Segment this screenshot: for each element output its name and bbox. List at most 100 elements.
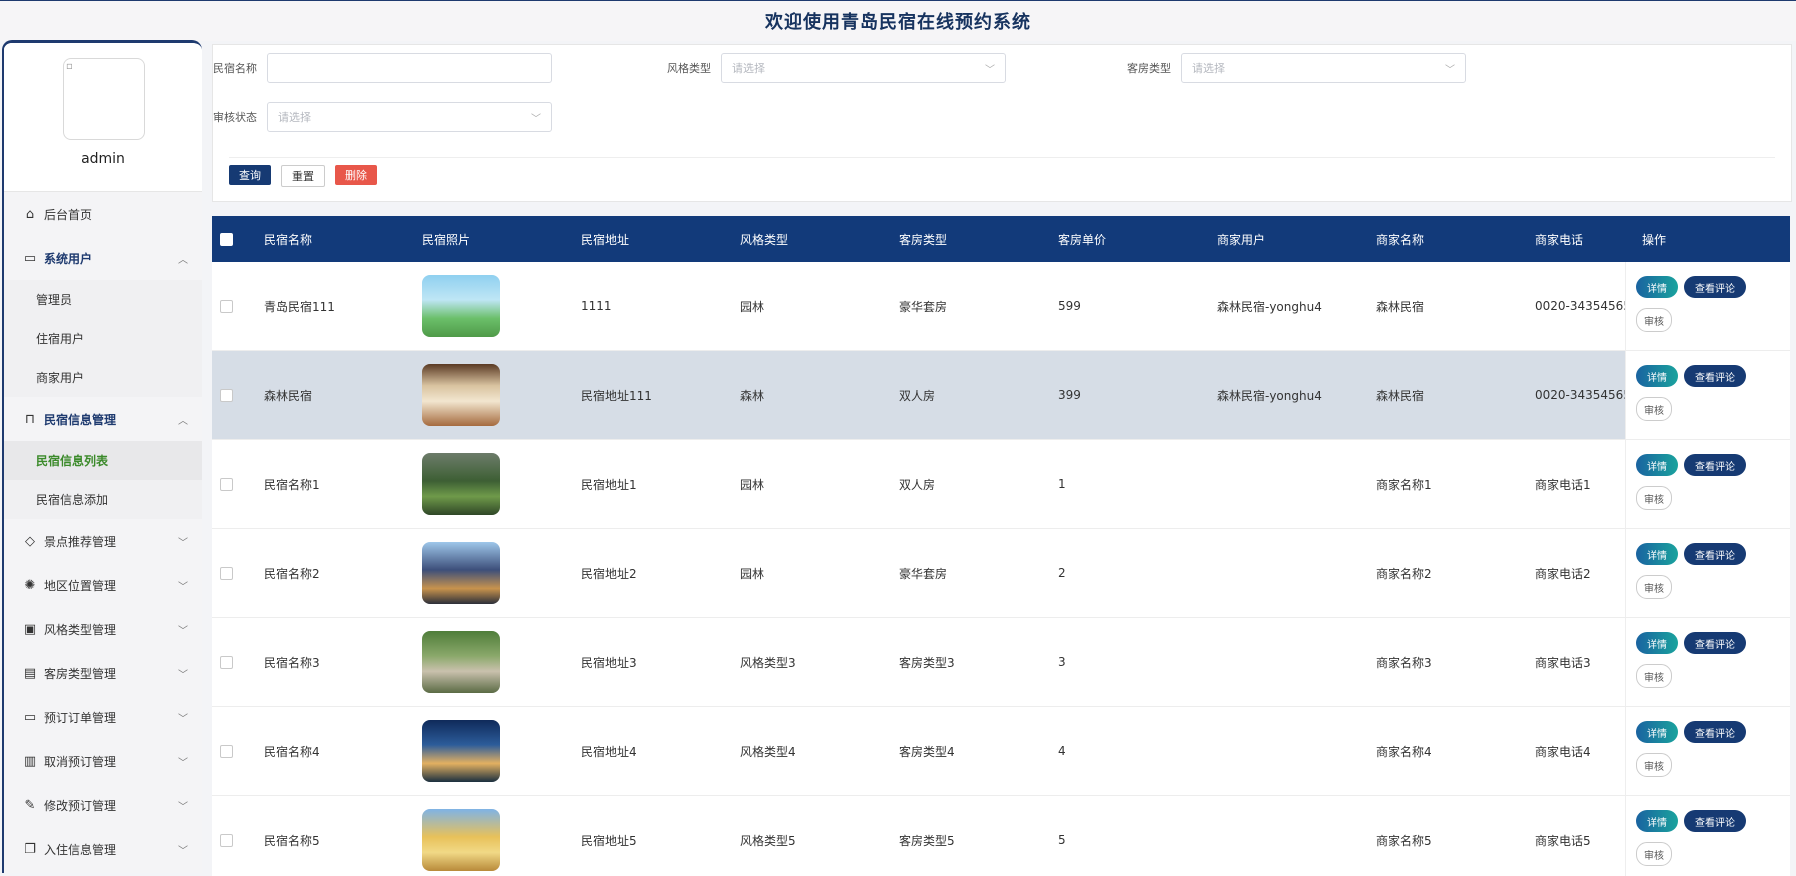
homestay-photo[interactable]	[422, 809, 500, 871]
row-checkbox[interactable]	[220, 834, 233, 847]
sidebar-subitem[interactable]: 民宿信息添加	[4, 480, 202, 519]
audit-button[interactable]: 审核	[1636, 575, 1672, 599]
table-row[interactable]: 民宿名称2 民宿地址2 园林 豪华套房 2 商家名称2 商家电话2 详情 查看评论 审核	[212, 529, 1790, 618]
sidebar-subitem[interactable]: 民宿信息列表	[4, 441, 202, 480]
table-row[interactable]: 青岛民宿111 1111 园林 豪华套房 599 森林民宿-yonghu4 森林民宿 0020…	[212, 262, 1790, 351]
sidebar-subitem[interactable]: 管理员	[4, 280, 202, 319]
sidebar-item-4[interactable]: ✺ 地区位置管理 ﹀	[4, 563, 202, 607]
query-button[interactable]: 查询	[229, 165, 271, 185]
table-row[interactable]: 民宿名称4 民宿地址4 风格类型4 客房类型4 4 商家名称4 商家电话4 详情 查看评论 审核	[212, 707, 1790, 796]
detail-button[interactable]: 详情	[1636, 810, 1678, 832]
ticket-icon: ✎	[24, 797, 36, 813]
row-checkbox[interactable]	[220, 656, 233, 669]
chevron-down-icon: ﹀	[531, 113, 541, 125]
name-input[interactable]	[267, 53, 552, 83]
view-reviews-button[interactable]: 查看评论	[1684, 810, 1746, 832]
bookmark-icon: ⊓	[24, 411, 36, 427]
delete-button[interactable]: 删除	[335, 165, 377, 185]
homestay-photo[interactable]	[422, 364, 500, 426]
cell-room: 客房类型3	[899, 655, 955, 670]
chevron-down-icon: ﹀	[178, 537, 188, 549]
sidebar-menu: ⌂ 后台首页 ▭ 系统用户 ︿ 管理员 住宿用户 商家用户 ⊓ 民宿信息管理 ︿ 民宿信息列表 民宿信息…	[4, 192, 202, 871]
cell-room: 双人房	[899, 477, 936, 492]
column-header: 客房类型	[899, 232, 948, 247]
table-row[interactable]: 民宿名称3 民宿地址3 风格类型3 客房类型3 3 商家名称3 商家电话3 详情 查看评论 审核	[212, 618, 1790, 707]
audit-button[interactable]: 审核	[1636, 397, 1672, 421]
sidebar-item-label: 预订订单管理	[44, 710, 117, 725]
avatar[interactable]: ▫	[63, 58, 145, 140]
cell-name: 民宿名称3	[264, 655, 320, 670]
detail-button[interactable]: 详情	[1636, 365, 1678, 387]
cell-style: 森林	[740, 388, 765, 403]
audit-select[interactable]: 请选择 ﹀	[267, 102, 552, 132]
detail-button[interactable]: 详情	[1636, 276, 1678, 298]
audit-button[interactable]: 审核	[1636, 664, 1672, 688]
cell-merchant: 森林民宿	[1376, 388, 1425, 403]
view-reviews-button[interactable]: 查看评论	[1684, 632, 1746, 654]
sidebar-item-6[interactable]: ▤ 客房类型管理 ﹀	[4, 651, 202, 695]
detail-button[interactable]: 详情	[1636, 454, 1678, 476]
tag-icon: ◇	[25, 533, 35, 549]
detail-button[interactable]: 详情	[1636, 632, 1678, 654]
audit-button[interactable]: 审核	[1636, 842, 1672, 866]
table-header: 民宿名称 民宿照片 民宿地址 风格类型 客房类型 客房单价 商家用户 商家名称 商家电话 操作	[212, 216, 1790, 262]
chevron-down-icon: ﹀	[178, 845, 188, 857]
homestay-photo[interactable]	[422, 631, 500, 693]
row-checkbox[interactable]	[220, 567, 233, 580]
sidebar-item-5[interactable]: ▣ 风格类型管理 ﹀	[4, 607, 202, 651]
reset-button[interactable]: 重置	[281, 165, 325, 187]
sidebar-item-2[interactable]: ⊓ 民宿信息管理 ︿	[4, 397, 202, 441]
cell-merchant: 商家名称3	[1376, 655, 1432, 670]
cell-name: 民宿名称4	[264, 744, 320, 759]
view-reviews-button[interactable]: 查看评论	[1684, 276, 1746, 298]
audit-button[interactable]: 审核	[1636, 308, 1672, 332]
row-actions: 详情 查看评论 审核	[1625, 618, 1790, 706]
photo-cell	[422, 529, 500, 617]
style-filter-label: 风格类型	[667, 62, 711, 75]
select-all-checkbox[interactable]	[220, 233, 233, 246]
view-reviews-button[interactable]: 查看评论	[1684, 721, 1746, 743]
row-checkbox[interactable]	[220, 300, 233, 313]
cell-name: 民宿名称1	[264, 477, 320, 492]
row-checkbox[interactable]	[220, 389, 233, 402]
audit-button[interactable]: 审核	[1636, 486, 1672, 510]
detail-button[interactable]: 详情	[1636, 721, 1678, 743]
cell-address: 民宿地址3	[581, 655, 637, 670]
view-reviews-button[interactable]: 查看评论	[1684, 365, 1746, 387]
view-reviews-button[interactable]: 查看评论	[1684, 543, 1746, 565]
homestay-photo[interactable]	[422, 275, 500, 337]
sidebar-subitem[interactable]: 商家用户	[4, 358, 202, 397]
table-row[interactable]: 民宿名称1 民宿地址1 园林 双人房 1 商家名称1 商家电话1 详情 查看评论 审核	[212, 440, 1790, 529]
table-row[interactable]: 森林民宿 民宿地址111 森林 双人房 399 森林民宿-yonghu4 森林民宿 0020-…	[212, 351, 1790, 440]
sidebar-item-label: 客房类型管理	[44, 666, 117, 681]
column-header: 操作	[1642, 232, 1667, 247]
sidebar-item-3[interactable]: ◇ 景点推荐管理 ﹀	[4, 519, 202, 563]
audit-filter: 审核状态 请选择 ﹀	[213, 102, 552, 132]
homestay-photo[interactable]	[422, 720, 500, 782]
row-actions: 详情 查看评论 审核	[1625, 262, 1790, 350]
chevron-down-icon: ﹀	[178, 713, 188, 725]
row-checkbox[interactable]	[220, 478, 233, 491]
cell-merchant: 商家名称2	[1376, 566, 1432, 581]
row-actions: 详情 查看评论 审核	[1625, 796, 1790, 876]
sidebar-item-1[interactable]: ▭ 系统用户 ︿	[4, 236, 202, 280]
view-reviews-button[interactable]: 查看评论	[1684, 454, 1746, 476]
photo-cell	[422, 618, 500, 706]
sidebar-item-0[interactable]: ⌂ 后台首页	[4, 192, 202, 236]
photo-cell	[422, 707, 500, 795]
detail-button[interactable]: 详情	[1636, 543, 1678, 565]
homestay-photo[interactable]	[422, 453, 500, 515]
audit-button[interactable]: 审核	[1636, 753, 1672, 777]
sidebar-subitem[interactable]: 住宿用户	[4, 319, 202, 358]
sidebar-item-8[interactable]: ▥ 取消预订管理 ﹀	[4, 739, 202, 783]
style-select[interactable]: 请选择 ﹀	[721, 53, 1006, 83]
sidebar-item-label: 风格类型管理	[44, 622, 117, 637]
chevron-down-icon: ﹀	[1445, 64, 1455, 76]
sidebar-item-9[interactable]: ✎ 修改预订管理 ﹀	[4, 783, 202, 827]
sidebar-item-10[interactable]: ❐ 入住信息管理 ﹀	[4, 827, 202, 871]
row-checkbox[interactable]	[220, 745, 233, 758]
room-select[interactable]: 请选择 ﹀	[1181, 53, 1466, 83]
homestay-photo[interactable]	[422, 542, 500, 604]
table-row[interactable]: 民宿名称5 民宿地址5 风格类型5 客房类型5 5 商家名称5 商家电话5 详情 查看评论 审核	[212, 796, 1790, 876]
sidebar-item-7[interactable]: ▭ 预订订单管理 ﹀	[4, 695, 202, 739]
